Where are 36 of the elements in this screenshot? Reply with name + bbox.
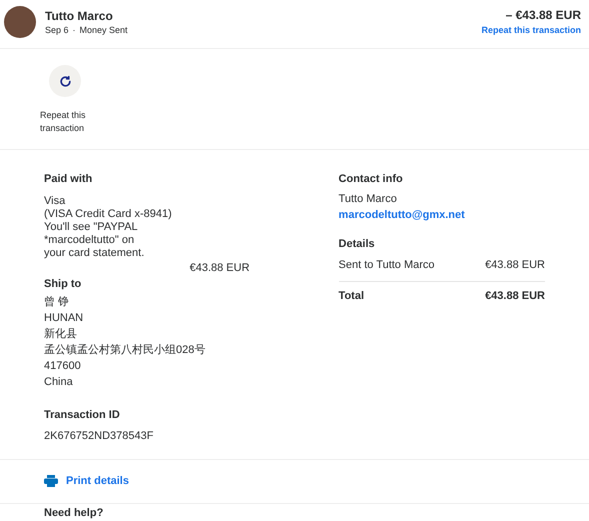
address-line: 孟公镇孟公村第八村民小组028号 (44, 344, 206, 357)
separator-dot: · (72, 24, 76, 36)
payment-info-line: Visa (44, 195, 66, 208)
address-line: 417600 (44, 360, 82, 373)
section-title: Contact info (338, 173, 404, 186)
printer-icon (44, 475, 58, 488)
section-title: Transaction ID (44, 409, 121, 422)
payment-amount: €43.88 EUR (190, 262, 250, 275)
detail-label: Sent to Tutto Marco (338, 259, 435, 272)
section-title: Ship to (44, 278, 82, 291)
address-line: HUNAN (44, 312, 84, 325)
transaction-id: 2K676752ND378543F (44, 430, 154, 443)
payment-info-line: You'll see "PAYPAL (44, 221, 139, 234)
repeat-transaction-button[interactable]: Repeat this transaction (40, 65, 90, 135)
section-title: Paid with (44, 173, 94, 186)
transaction-amount: – €43.88 EUR (506, 7, 581, 24)
payment-info-line: *marcodeltutto" on (44, 234, 136, 247)
address-line: 曾 铮 (44, 296, 70, 309)
address-line: China (44, 376, 74, 389)
refresh-icon (58, 74, 72, 88)
section-title: Details (338, 238, 376, 251)
email-link[interactable]: marcodeltutto@gmx.net (338, 209, 545, 222)
contact-name: Tutto Marco (338, 193, 398, 206)
detail-amount: €43.88 EUR (485, 259, 545, 272)
payment-info-line: your card statement. (44, 247, 146, 260)
help-title: Need help? (44, 506, 104, 518)
avatar-photo-placeholder (4, 6, 36, 38)
print-details-link[interactable]: Print details (44, 473, 545, 490)
total-amount: €43.88 EUR (485, 290, 545, 303)
transaction-type: Money Sent (80, 24, 128, 36)
total-label: Total (338, 290, 364, 303)
repeat-transaction-link[interactable]: Repeat this transaction (481, 24, 581, 36)
transaction-date: Sep 6 (45, 24, 69, 36)
payment-info-line: (VISA Credit Card x-8941) (44, 208, 173, 221)
contact-name: Tutto Marco (45, 8, 114, 24)
address-line: 新化县 (44, 328, 78, 341)
